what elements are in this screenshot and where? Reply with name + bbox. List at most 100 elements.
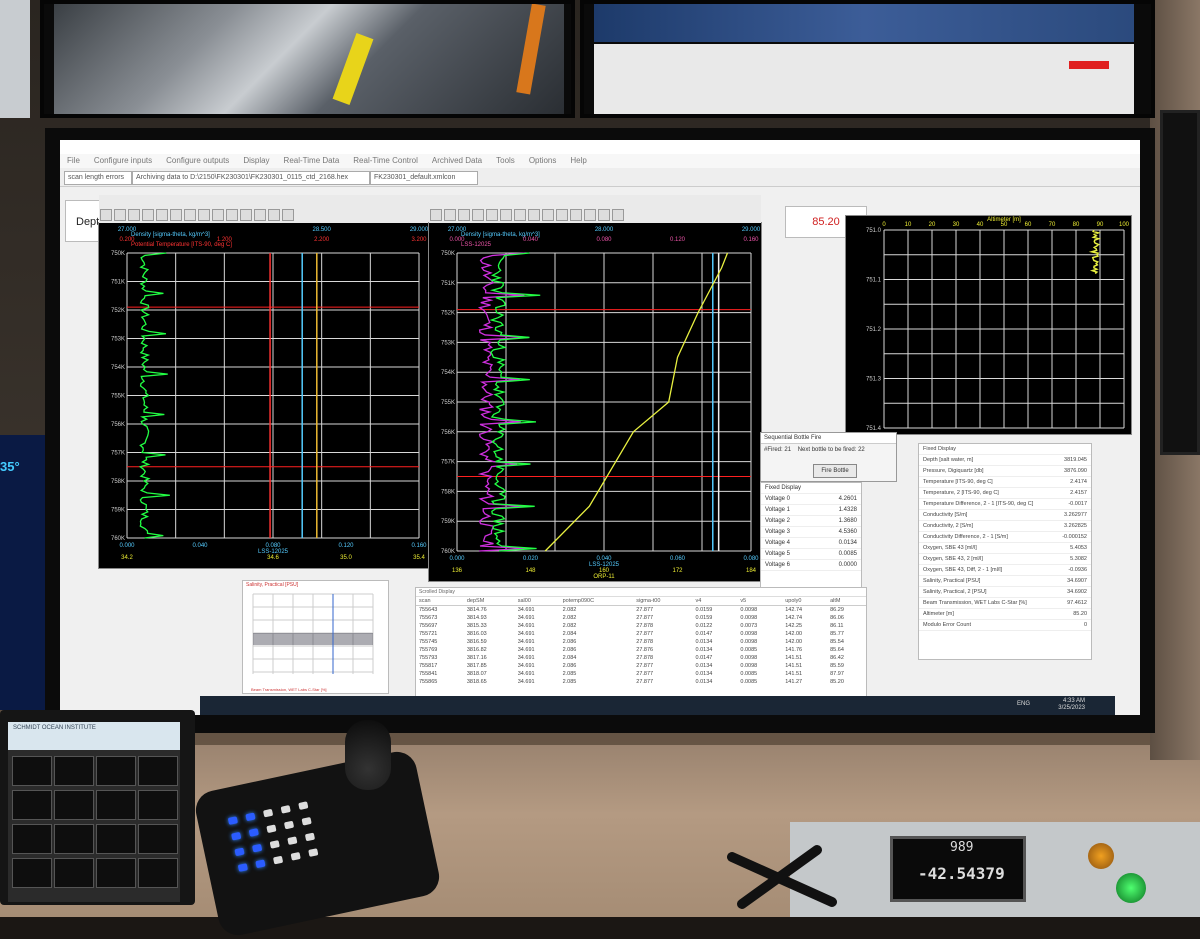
plot-tool-button[interactable] <box>486 209 498 221</box>
controller-key[interactable] <box>237 863 248 872</box>
tablet-screen[interactable]: SCHMIDT OCEAN INSTITUTE <box>8 722 180 902</box>
plot-tool-button[interactable] <box>282 209 294 221</box>
tablet-control-cell[interactable] <box>54 756 94 786</box>
plot-tool-button[interactable] <box>472 209 484 221</box>
controller-key[interactable] <box>227 816 239 825</box>
plot-tool-button[interactable] <box>184 209 196 221</box>
column-header[interactable]: sal00 <box>514 597 560 606</box>
controller-key[interactable] <box>301 816 312 826</box>
column-header[interactable]: sigma-t00 <box>633 597 693 606</box>
tablet-control-cell[interactable] <box>138 858 178 888</box>
tablet-control-cell[interactable] <box>12 756 52 786</box>
controller-key[interactable] <box>304 832 316 842</box>
menu-item-5[interactable]: Real-Time Control <box>353 156 418 165</box>
plot-tool-button[interactable] <box>528 209 540 221</box>
plot-tool-button[interactable] <box>226 209 238 221</box>
depth-profile-plot-mid[interactable]: 27.000 28.000 29.000 Density [sigma-theta, … <box>428 195 762 582</box>
controller-key[interactable] <box>272 855 284 865</box>
tablet-control-cell[interactable] <box>54 790 94 820</box>
plot-tool-button[interactable] <box>100 209 112 221</box>
column-header[interactable]: upoly0 <box>782 597 828 606</box>
plot-tool-button[interactable] <box>268 209 280 221</box>
table-row: 755721 3816.03 34.691 2.084 27.877 0.0147 0.00… <box>416 630 866 638</box>
plot-tool-button[interactable] <box>240 209 252 221</box>
tablet-control-cell[interactable] <box>138 790 178 820</box>
plot-tool-button[interactable] <box>570 209 582 221</box>
menu-item-0[interactable]: File <box>67 156 80 165</box>
tablet-control-cell[interactable] <box>96 790 136 820</box>
taskbar-language[interactable]: ENG <box>1017 701 1030 707</box>
tablet-control-cell[interactable] <box>96 824 136 854</box>
plot-tool-button[interactable] <box>212 209 224 221</box>
controller-key[interactable] <box>280 805 291 814</box>
tablet-control-cell[interactable] <box>96 756 136 786</box>
tablet-control-cell[interactable] <box>12 790 52 820</box>
plot-tool-button[interactable] <box>458 209 470 221</box>
table-cell: 34.691 <box>517 615 535 621</box>
depth-profile-plot-left[interactable]: 27.000 28.500 29.000 Density [sigma-theta, … <box>98 195 430 569</box>
plot-tool-button[interactable] <box>170 209 182 221</box>
controller-key[interactable] <box>290 851 301 861</box>
menu-item-7[interactable]: Tools <box>496 156 515 165</box>
column-header[interactable]: depSM <box>463 597 515 606</box>
plot-tool-button[interactable] <box>542 209 554 221</box>
controller-key[interactable] <box>231 831 242 841</box>
plot-tool-button[interactable] <box>198 209 210 221</box>
controller-key[interactable] <box>248 828 259 837</box>
column-header[interactable]: potemp090C <box>559 597 634 606</box>
plot-tool-button[interactable] <box>598 209 610 221</box>
tablet-control-cell[interactable] <box>138 824 178 854</box>
plot-tool-button[interactable] <box>142 209 154 221</box>
menu-item-9[interactable]: Help <box>570 156 586 165</box>
tablet-control-cell[interactable] <box>138 756 178 786</box>
controller-key[interactable] <box>266 824 277 834</box>
controller-key[interactable] <box>255 859 266 869</box>
controller-key[interactable] <box>283 820 295 830</box>
tablet-control-cell[interactable] <box>54 824 94 854</box>
plot-tool-button[interactable] <box>430 209 442 221</box>
menu-item-2[interactable]: Configure outputs <box>166 156 229 165</box>
controller-key[interactable] <box>252 843 263 853</box>
plot-tool-button[interactable] <box>128 209 140 221</box>
taskbar-clock[interactable]: 4:33 AM 3/25/2023 <box>1058 698 1085 712</box>
controller-key[interactable] <box>269 840 280 849</box>
salinity-mini-plot[interactable]: Salinity, Practical [PSU] Beam Transmiss… <box>242 580 389 694</box>
column-header[interactable]: v5 <box>737 597 783 606</box>
plot-tool-button[interactable] <box>612 209 624 221</box>
top-axis-tick: 29.000 <box>410 227 429 233</box>
scrolled-data-table[interactable]: Scrolled Display scan depSM sal00 potemp090… <box>415 587 867 704</box>
menu-item-6[interactable]: Archived Data <box>432 156 482 165</box>
controller-key[interactable] <box>287 836 298 846</box>
altimeter-plot[interactable]: 0 10 20 30 40 50 60 70 80 90 100 Altimeter [m] 751.0… <box>845 215 1132 435</box>
top-axis-tick: 60 <box>1025 222 1032 228</box>
tablet-control-cell[interactable] <box>12 858 52 888</box>
controller-key[interactable] <box>245 812 256 822</box>
menu-item-1[interactable]: Configure inputs <box>94 156 152 165</box>
fire-bottle-button[interactable]: Fire Bottle <box>813 464 857 478</box>
tablet-control-cell[interactable] <box>54 858 94 888</box>
sensor-row: Depth [salt water, m] 3819.045 <box>919 455 1091 466</box>
sensor-label: Salinity, Practical [PSU] <box>923 578 981 584</box>
plot-tool-button[interactable] <box>584 209 596 221</box>
plot-tool-button[interactable] <box>556 209 568 221</box>
plot-tool-button[interactable] <box>444 209 456 221</box>
plot-tool-button[interactable] <box>156 209 168 221</box>
plot-tool-button[interactable] <box>514 209 526 221</box>
controller-key[interactable] <box>308 848 319 857</box>
green-indicator-light[interactable] <box>1116 873 1146 903</box>
controller-key[interactable] <box>234 847 245 857</box>
controller-key[interactable] <box>262 808 274 818</box>
plot-tool-button[interactable] <box>254 209 266 221</box>
plot-tool-button[interactable] <box>500 209 512 221</box>
menu-item-4[interactable]: Real-Time Data <box>284 156 340 165</box>
controller-joystick[interactable] <box>345 720 391 790</box>
menu-item-8[interactable]: Options <box>529 156 557 165</box>
plot-tool-button[interactable] <box>114 209 126 221</box>
column-header[interactable]: scan <box>416 597 464 606</box>
column-header[interactable]: v4 <box>692 597 738 606</box>
column-header[interactable]: altM <box>827 597 866 606</box>
menu-item-3[interactable]: Display <box>243 156 269 165</box>
tablet-control-cell[interactable] <box>96 858 136 888</box>
controller-key[interactable] <box>298 801 309 810</box>
tablet-control-cell[interactable] <box>12 824 52 854</box>
